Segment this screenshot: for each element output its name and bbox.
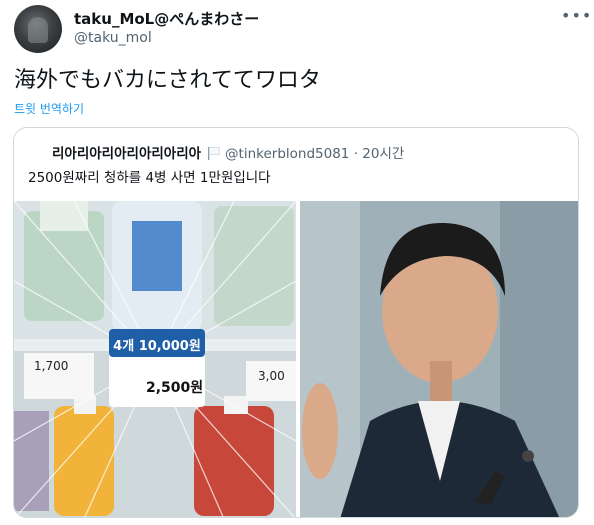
quoted-display-name[interactable]: 리아리아리아리아리아리아 — [52, 146, 201, 162]
quoted-photo-portrait[interactable] — [300, 201, 578, 517]
quoted-separator: · — [353, 146, 358, 162]
translate-tweet-link[interactable]: 트윗 번역하기 — [14, 100, 84, 117]
quoted-tweet-header: 리아리아리아리아리아리아 @tinkerblond5081 · 20시간 — [52, 142, 404, 162]
portrait-illustration — [300, 201, 578, 517]
avatar-figure — [28, 17, 48, 43]
quoted-time[interactable]: 20시간 — [362, 146, 404, 162]
quoted-tweet[interactable]: 리아리아리아리아리아리아 @tinkerblond5081 · 20시간 2500… — [13, 127, 579, 518]
right-price-tag: 3,00 — [258, 369, 285, 383]
more-dots-icon[interactable]: ••• — [561, 6, 592, 25]
price-tag: 2,500원 — [146, 380, 204, 396]
quoted-handle[interactable]: @tinkerblond5081 — [225, 146, 349, 162]
tweet-text: 海外でもバカにされててワロタ — [14, 68, 321, 93]
avatar[interactable] — [14, 5, 62, 53]
left-price-tag: 1,700 — [34, 359, 69, 373]
author-handle[interactable]: @taku_mol — [74, 30, 152, 46]
quoted-photo-bottles[interactable]: 4개 10,000원 2,500원 1,700 3,00 — [14, 201, 296, 517]
quoted-text: 2500원짜리 청하를 4병 사면 1만원입니다 — [28, 170, 271, 186]
flag-icon — [208, 147, 220, 160]
author-display-name[interactable]: taku_MoL@ぺんまわさー — [74, 8, 259, 29]
price-badge: 4개 10,000원 — [113, 339, 201, 354]
